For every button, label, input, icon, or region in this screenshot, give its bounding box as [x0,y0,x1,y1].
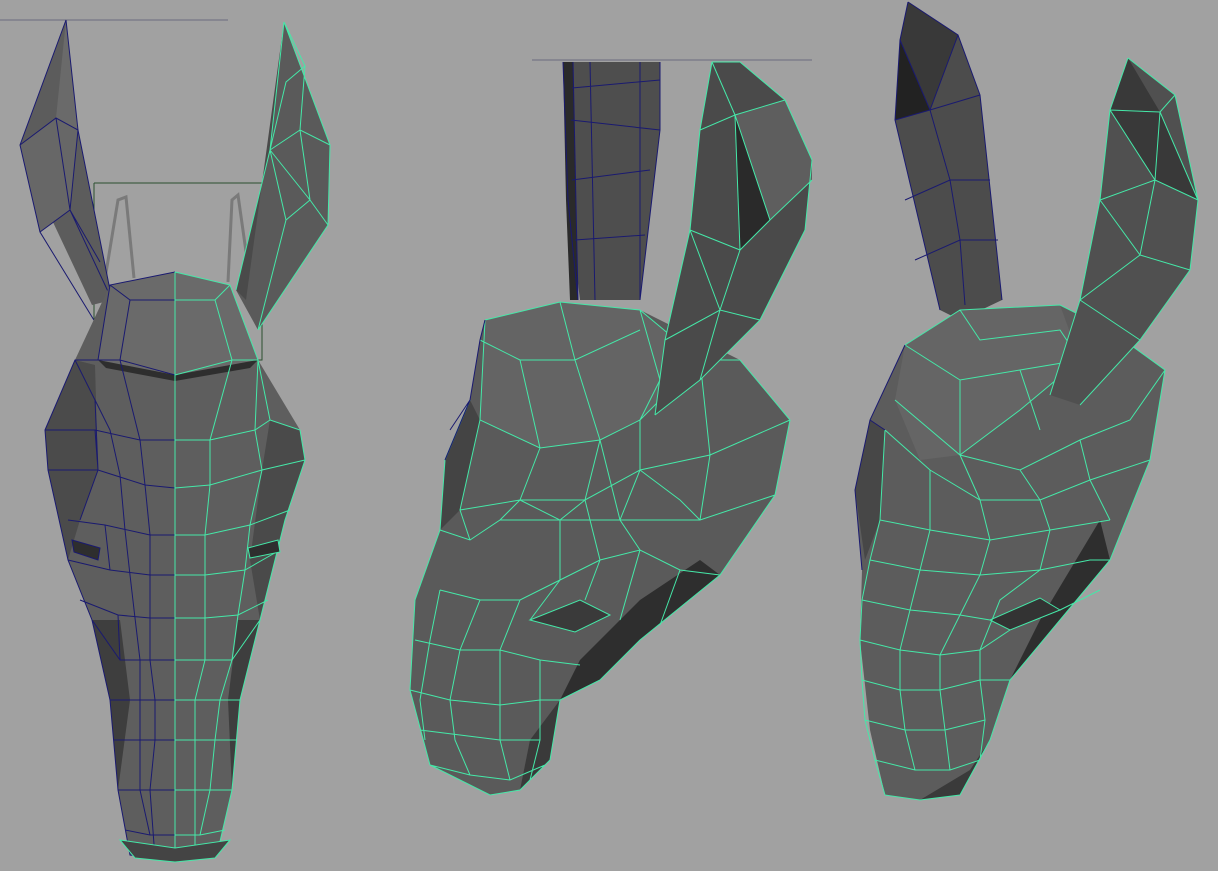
donkey-head-perspective-view-1[interactable] [409,59,813,796]
back-ear-mesh[interactable] [562,61,661,301]
front-ear-mesh-view-3[interactable] [1049,57,1199,406]
reference-ear-sketch [102,194,136,286]
donkey-head-front-view[interactable] [0,19,331,863]
back-ear-mesh-view-3[interactable] [894,1,1003,320]
right-ear-mesh[interactable] [235,21,331,331]
donkey-head-perspective-view-2[interactable] [854,1,1199,801]
viewport-canvas[interactable] [0,0,1218,871]
modeling-viewport[interactable] [0,0,1218,871]
left-ear-mesh[interactable] [19,19,113,331]
head-body-mesh[interactable] [44,271,306,863]
head-body-mesh-view-2[interactable] [409,301,791,796]
head-body-mesh-view-3[interactable] [854,304,1166,801]
